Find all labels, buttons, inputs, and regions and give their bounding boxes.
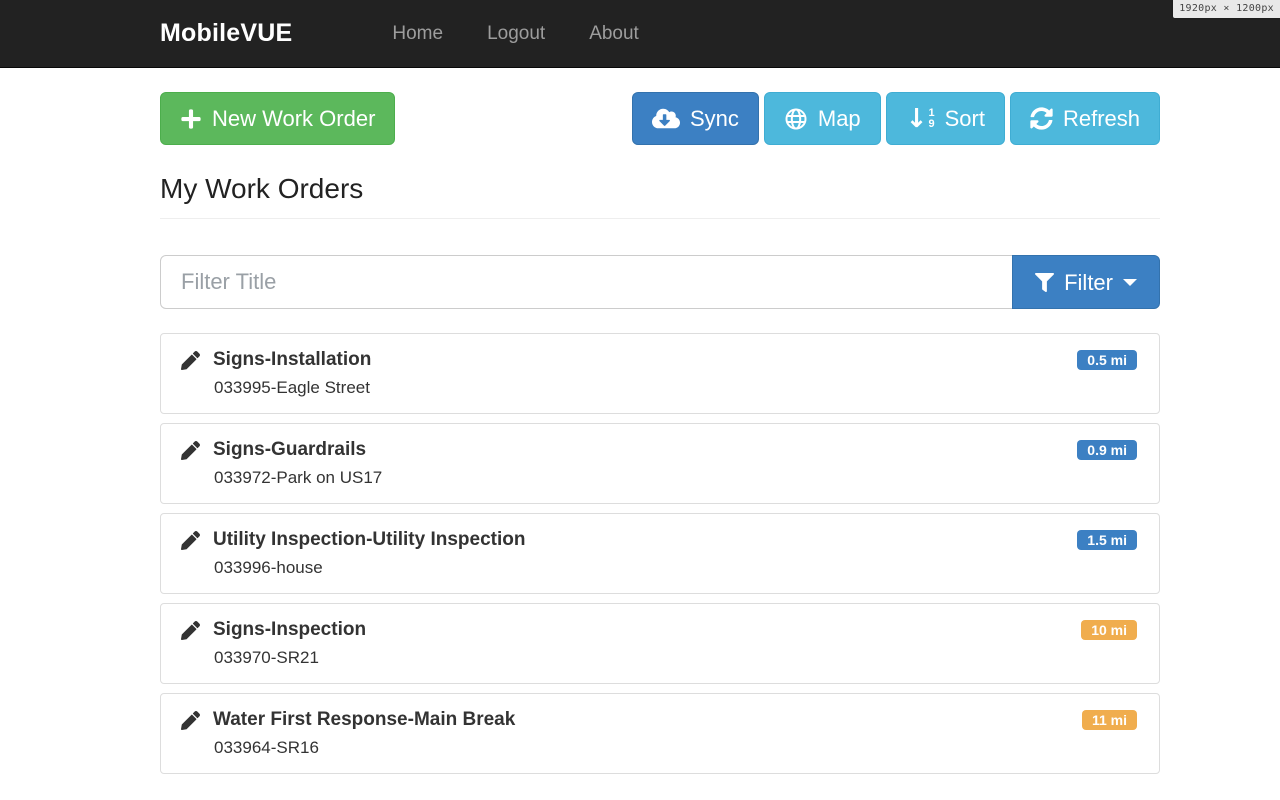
refresh-button[interactable]: Refresh: [1009, 92, 1160, 146]
pencil-icon: [181, 530, 200, 550]
sort-button[interactable]: ↓ 1 9 Sort: [885, 92, 1005, 146]
work-order-item[interactable]: Signs-Installation 033995-Eagle Street 0…: [160, 333, 1160, 415]
work-order-title: Signs-Inspection: [213, 619, 367, 641]
distance-badge: 1.5 mi: [1077, 530, 1137, 551]
work-order-list: Signs-Installation 033995-Eagle Street 0…: [160, 333, 1160, 775]
distance-badge: 0.9 mi: [1077, 440, 1137, 461]
refresh-label: Refresh: [1062, 106, 1140, 131]
filter-group: Filter: [160, 255, 1160, 310]
work-order-subtitle: 033996-house: [214, 558, 323, 578]
new-work-order-button[interactable]: New Work Order: [160, 92, 396, 146]
nav-link-about[interactable]: About: [567, 1, 661, 67]
work-order-title: Signs-Guardrails: [213, 439, 367, 461]
pencil-icon: [181, 350, 200, 370]
work-order-item[interactable]: Signs-Inspection 033970-SR21 10 mi: [160, 603, 1160, 685]
pencil-icon: [181, 710, 200, 730]
distance-badge: 10 mi: [1081, 620, 1137, 641]
work-order-item[interactable]: Water First Response-Main Break 033964-S…: [160, 693, 1160, 775]
cloud-download-icon: [651, 107, 680, 130]
nav-link-home[interactable]: Home: [370, 1, 465, 67]
caret-down-icon: [1123, 278, 1137, 286]
work-order-title: Water First Response-Main Break: [213, 709, 516, 731]
filter-dropdown-button[interactable]: Filter: [1012, 255, 1160, 310]
new-work-order-label: New Work Order: [212, 106, 376, 131]
filter-funnel-icon: [1035, 272, 1055, 292]
filter-label: Filter: [1064, 269, 1113, 295]
nav-link-logout[interactable]: Logout: [465, 1, 567, 67]
toolbar: New Work Order Sync Map ↓ 1 9 Sort Refre…: [160, 92, 1160, 146]
sync-button[interactable]: Sync: [631, 92, 759, 146]
viewport-size-overlay: 1920px × 1200px: [1173, 0, 1280, 18]
page-title: My Work Orders: [160, 173, 364, 205]
work-order-subtitle: 033972-Park on US17: [214, 468, 383, 488]
work-order-title: Signs-Installation: [213, 349, 372, 371]
filter-title-input[interactable]: [160, 255, 1014, 310]
refresh-icon: [1030, 107, 1053, 130]
sort-numeric-icon: ↓ 1 9: [905, 103, 935, 134]
sort-label: Sort: [944, 106, 985, 131]
sync-label: Sync: [689, 106, 739, 131]
distance-badge: 0.5 mi: [1077, 350, 1137, 371]
distance-badge: 11 mi: [1081, 710, 1137, 731]
pencil-icon: [181, 620, 200, 640]
map-button[interactable]: Map: [763, 92, 881, 146]
plus-icon: [180, 108, 202, 130]
work-order-title: Utility Inspection-Utility Inspection: [213, 529, 526, 551]
map-label: Map: [817, 106, 861, 131]
navbar: MobileVUE Home Logout About: [0, 0, 1280, 68]
work-order-subtitle: 033964-SR16: [214, 738, 319, 758]
work-order-subtitle: 033995-Eagle Street: [214, 378, 370, 398]
header-divider: [160, 218, 1160, 220]
brand-logo[interactable]: MobileVUE: [160, 19, 292, 48]
work-order-item[interactable]: Signs-Guardrails 033972-Park on US17 0.9…: [160, 423, 1160, 505]
pencil-icon: [181, 440, 200, 460]
work-order-subtitle: 033970-SR21: [214, 648, 319, 668]
globe-icon: [784, 107, 808, 131]
work-order-item[interactable]: Utility Inspection-Utility Inspection 03…: [160, 513, 1160, 595]
